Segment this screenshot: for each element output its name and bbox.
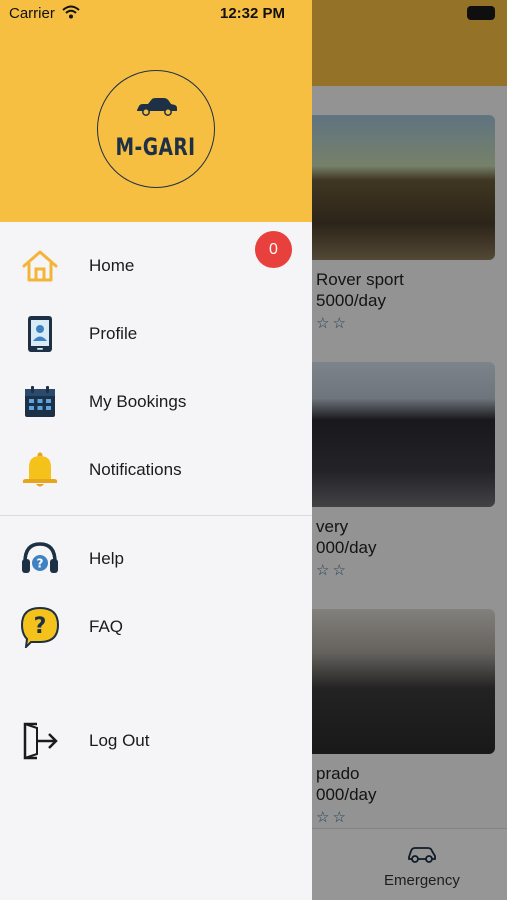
menu-item-faq[interactable]: ? FAQ (0, 593, 312, 659)
question-bubble-icon: ? (19, 606, 61, 648)
menu-item-logout[interactable]: Log Out (0, 707, 312, 773)
menu-divider (0, 515, 312, 516)
profile-icon (19, 313, 61, 355)
menu-label-notifications: Notifications (89, 460, 182, 479)
bell-icon (19, 449, 61, 491)
menu-item-notifications[interactable]: Notifications (0, 436, 312, 502)
car-icon (137, 98, 177, 116)
menu-label-faq: FAQ (89, 617, 124, 636)
clock: 12:32 PM (220, 5, 286, 22)
app-logo: M-GARI (97, 70, 215, 188)
logo-text: M-GARI (115, 133, 196, 161)
status-bar: Carrier 12:32 PM (0, 0, 312, 28)
navigation-drawer: Carrier 12:32 PM M-GARI Home Profile My … (0, 0, 312, 900)
menu-label-home: Home (89, 256, 135, 275)
menu-label-help: Help (89, 549, 124, 568)
headset-icon: ? (19, 538, 61, 580)
drawer-header: Carrier 12:32 PM M-GARI (0, 0, 312, 222)
menu-item-bookings[interactable]: My Bookings (0, 368, 312, 434)
menu-label-bookings: My Bookings (89, 392, 187, 411)
carrier-label: Carrier (9, 5, 55, 22)
home-icon (19, 245, 61, 287)
menu-item-help[interactable]: ? Help (0, 525, 312, 591)
calendar-icon (19, 381, 61, 423)
menu-item-profile[interactable]: Profile (0, 300, 312, 366)
notification-count-badge: 0 (255, 231, 292, 268)
logout-icon (19, 720, 61, 762)
svg-text:?: ? (34, 614, 47, 639)
svg-text:?: ? (37, 557, 44, 571)
menu-label-logout: Log Out (89, 731, 150, 750)
wifi-icon (62, 5, 80, 19)
menu-label-profile: Profile (89, 324, 138, 343)
